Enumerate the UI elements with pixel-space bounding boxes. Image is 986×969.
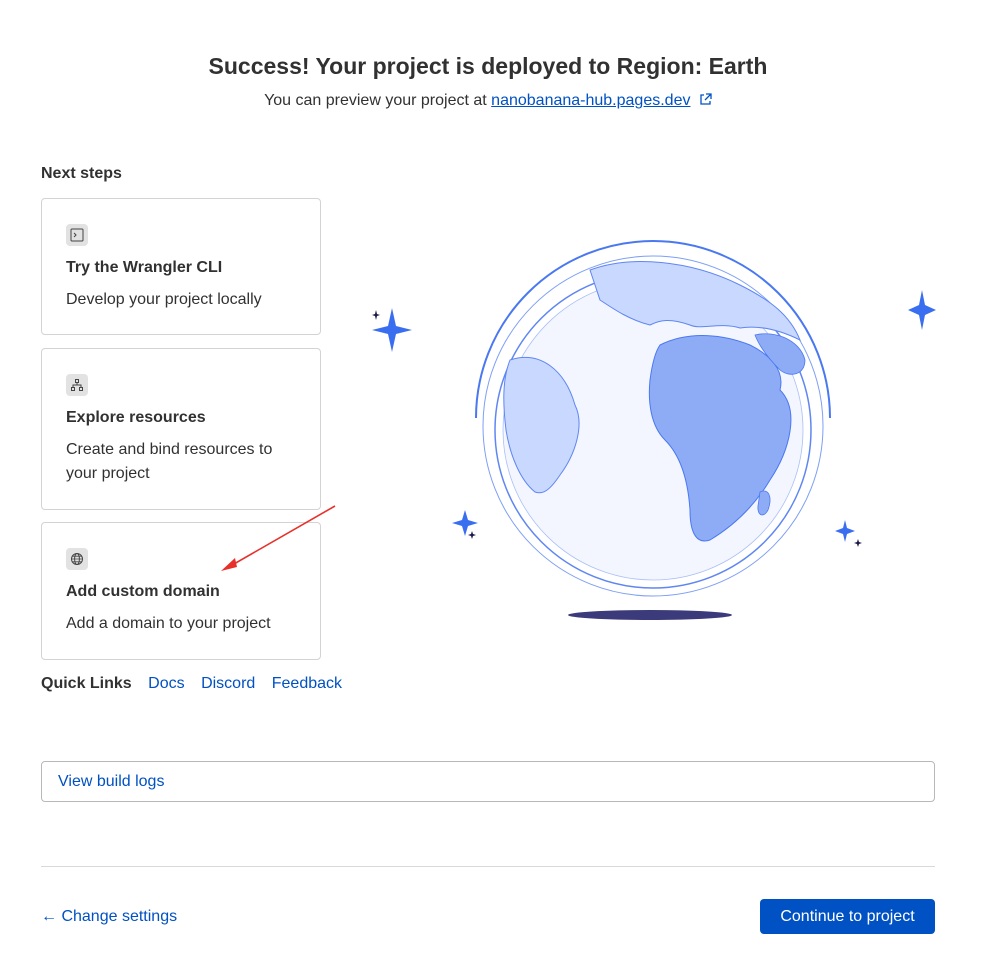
sitemap-icon [66,374,88,396]
card-description: Develop your project locally [66,291,262,308]
terminal-icon [66,224,88,246]
annotation-arrow [221,505,336,571]
divider [41,866,935,867]
discord-link[interactable]: Discord [201,675,255,692]
change-settings-label: Change settings [61,908,178,925]
change-settings-link[interactable]: ← Change settings [41,908,177,926]
globe-icon [66,548,88,570]
quick-links: Quick Links Docs Discord Feedback [41,675,354,693]
arrow-left-icon: ← [41,908,57,925]
next-steps-heading: Next steps [41,165,122,182]
card-title: Add custom domain [66,583,220,600]
docs-link[interactable]: Docs [148,675,184,692]
card-description: Add a domain to your project [66,615,271,632]
globe-illustration [360,230,960,630]
card-title: Explore resources [66,409,206,426]
preview-link[interactable]: nanobanana-hub.pages.dev [491,92,690,109]
quick-links-label: Quick Links [41,675,132,692]
card-wrangler-cli[interactable]: Try the Wrangler CLI Develop your projec… [41,198,321,335]
card-explore-resources[interactable]: Explore resources Create and bind resour… [41,348,321,510]
page-title: Success! Your project is deployed to Reg… [208,53,768,79]
preview-prefix: You can preview your project at [264,92,487,109]
feedback-link[interactable]: Feedback [272,675,342,692]
view-build-logs-button[interactable]: View build logs [41,761,935,802]
continue-to-project-button[interactable]: Continue to project [760,899,935,934]
card-description: Create and bind resources to your projec… [66,441,273,482]
external-link-icon[interactable] [699,93,712,111]
card-title: Try the Wrangler CLI [66,259,223,276]
preview-text: You can preview your project at nanobana… [0,92,976,111]
